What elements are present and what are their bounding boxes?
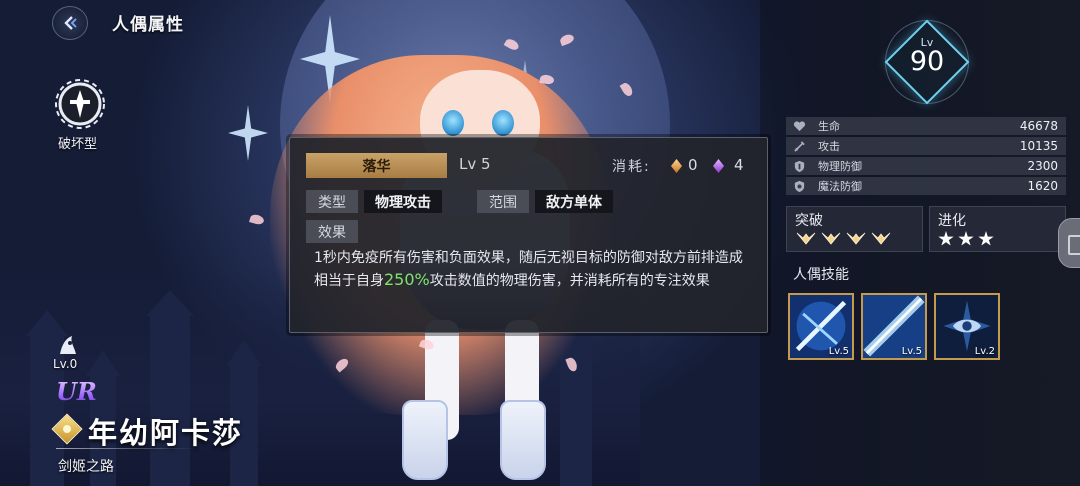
skill-level: Lv.5 xyxy=(828,346,849,357)
bond-level: Lv.0 xyxy=(53,357,78,371)
stat-row-magic-defense: 魔法防御 1620 xyxy=(786,177,1066,195)
class-label: 破坏型 xyxy=(58,137,98,152)
page-title: 人偶属性 xyxy=(112,15,184,35)
skills-title: 人偶技能 xyxy=(793,267,849,283)
shield-icon xyxy=(794,160,804,172)
skill-card-2[interactable]: Lv.5 xyxy=(861,293,927,360)
breakthrough-panel[interactable]: 突破 xyxy=(786,206,923,252)
stat-row-attack: 攻击 10135 xyxy=(786,137,1066,155)
magic-shield-icon xyxy=(794,180,804,192)
evolution-panel[interactable]: 进化 xyxy=(929,206,1066,252)
divider xyxy=(56,448,196,449)
side-drawer-tab[interactable] xyxy=(1058,218,1080,268)
bond-icon xyxy=(60,336,76,354)
level-badge: Lv 90 xyxy=(884,19,970,105)
skill-detail-popup[interactable]: 落华 Lv 5 消耗: 0 4 类型 物理攻击 范围 敌方单体 效果 1秒内免疫… xyxy=(289,137,768,333)
type-value: 物理攻击 xyxy=(364,190,442,213)
evolution-star-icon xyxy=(938,231,954,246)
back-button[interactable] xyxy=(52,6,88,40)
purple-gem-icon xyxy=(713,159,724,173)
cost-purple-value: 4 xyxy=(734,156,744,174)
range-value: 敌方单体 xyxy=(535,190,613,213)
evolution-title: 进化 xyxy=(938,213,966,229)
breakthrough-wing-icon xyxy=(821,232,841,245)
skill-card-1[interactable]: Lv.5 xyxy=(788,293,854,360)
character-boot xyxy=(402,400,448,480)
skill-card-3[interactable]: Lv.2 xyxy=(934,293,1000,360)
evolution-stars xyxy=(938,231,994,247)
skill-level: Lv.5 xyxy=(901,346,922,357)
level-value: 90 xyxy=(909,46,945,77)
character-name: 年幼阿卡莎 xyxy=(88,416,244,450)
character-subtitle: 剑姬之路 xyxy=(58,459,114,475)
stat-row-physical-defense: 物理防御 2300 xyxy=(786,157,1066,175)
breakthrough-wing-icon xyxy=(796,232,816,245)
destroyer-class-icon xyxy=(55,79,105,129)
breakthrough-wing-icon xyxy=(846,232,866,245)
breakthrough-wings xyxy=(795,231,892,246)
skill-level: Lv 5 xyxy=(459,155,491,173)
evolution-star-icon xyxy=(978,231,994,246)
skill-level: Lv.2 xyxy=(974,346,995,357)
damage-percent: 250% xyxy=(384,270,430,289)
skill-description: 1秒内免疫所有伤害和负面效果，随后无视目标的防御对敌方前排造成相当于自身250%… xyxy=(314,250,743,289)
orange-gem-icon xyxy=(671,159,682,173)
sword-icon xyxy=(793,140,805,152)
heart-icon xyxy=(793,120,805,131)
back-arrow-icon xyxy=(64,16,77,30)
character-boot xyxy=(500,400,546,480)
cost-orange-value: 0 xyxy=(688,156,698,174)
skill-name: 落华 xyxy=(306,153,447,178)
rarity-badge: UR xyxy=(56,377,97,406)
evolution-star-icon xyxy=(958,231,974,246)
type-key: 类型 xyxy=(306,190,358,213)
effect-key: 效果 xyxy=(306,220,358,243)
breakthrough-wing-icon xyxy=(871,232,891,245)
range-key: 范围 xyxy=(477,190,529,213)
stat-row-hp: 生命 46678 xyxy=(786,117,1066,135)
cost-label: 消耗: xyxy=(612,159,651,175)
sparkle xyxy=(228,105,268,161)
breakthrough-title: 突破 xyxy=(795,213,823,229)
